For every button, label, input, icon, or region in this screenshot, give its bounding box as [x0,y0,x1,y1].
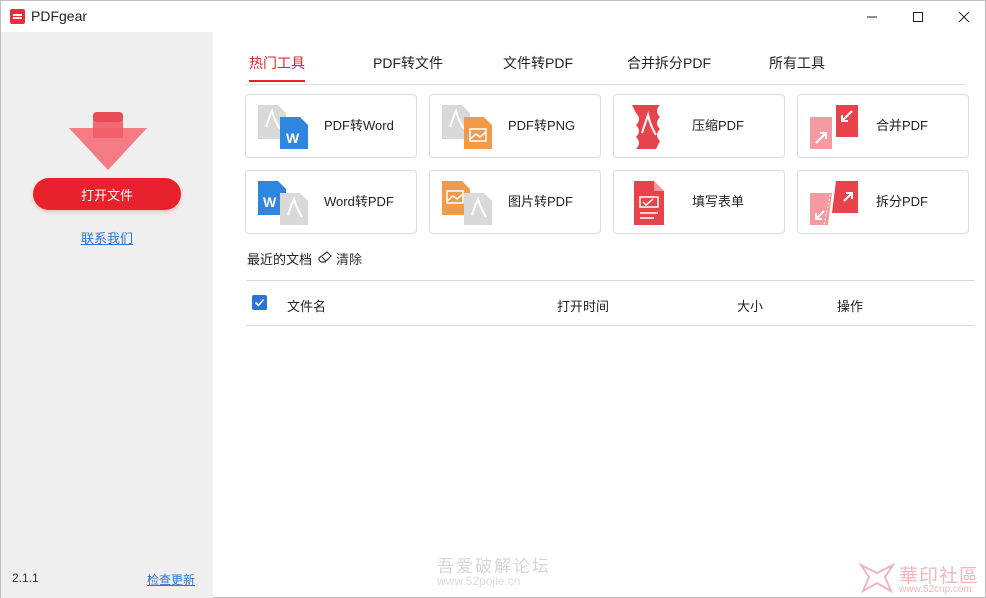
select-all-checkbox[interactable] [252,295,267,310]
version-label: 2.1.1 [12,571,39,585]
sidebar: 打开文件 联系我们 2.1.1 检查更新 [1,32,213,598]
broom-icon [318,251,332,263]
compress-pdf-icon [632,105,660,149]
download-arrow-icon [69,112,147,170]
split-pdf-icon [810,181,858,225]
pdf-to-word-icon: W [258,105,308,149]
maximize-icon [913,11,923,22]
tool-label: Word转PDF [324,194,394,209]
close-icon [958,11,970,22]
column-size[interactable]: 大小 [737,296,763,315]
forum-watermark-url: www.52pojie.cn [437,574,521,588]
tool-image-to-pdf[interactable]: 图片转PDF [429,170,601,234]
fill-form-icon [634,181,664,225]
minimize-icon [867,16,877,17]
title-bar: PDFgear [1,1,985,32]
contact-us-link[interactable]: 联系我们 [1,228,213,247]
recent-documents-header: 最近的文档 清除 [247,249,362,267]
tool-label: 拆分PDF [876,194,929,209]
tool-fill-form[interactable]: 填写表单 [613,170,785,234]
tool-label: 合并PDF [876,118,929,133]
tool-pdf-to-png[interactable]: PDF转PNG [429,94,601,158]
community-watermark-logo-icon [859,562,895,594]
tool-label: PDF转PNG [508,118,576,133]
close-button[interactable] [941,1,986,32]
tab-file-to-pdf[interactable]: 文件转PDF [503,53,573,80]
image-to-pdf-icon [442,181,492,225]
column-filename[interactable]: 文件名 [287,296,326,315]
tab-merge-split-pdf[interactable]: 合并拆分PDF [627,53,711,80]
svg-text:W: W [263,194,277,210]
merge-pdf-icon [810,105,858,149]
column-open-time[interactable]: 打开时间 [557,296,609,315]
clear-button[interactable]: 清除 [318,249,362,268]
tab-all-tools[interactable]: 所有工具 [769,53,825,80]
check-update-link[interactable]: 检查更新 [147,571,195,588]
tool-pdf-to-word[interactable]: W PDF转Word [245,94,417,158]
word-to-pdf-icon: W [258,181,308,225]
tool-label: PDF转Word [324,118,394,133]
tool-tabs: 热门工具 PDF转文件 文件转PDF 合并拆分PDF 所有工具 [245,53,965,85]
tool-label: 压缩PDF [692,118,745,133]
clear-label: 清除 [336,251,363,267]
svg-text:W: W [286,130,300,146]
open-file-button[interactable]: 打开文件 [33,178,181,210]
tab-hot-tools[interactable]: 热门工具 [249,53,305,82]
pdfgear-logo-icon [10,9,25,24]
tab-pdf-to-file[interactable]: PDF转文件 [373,53,443,80]
pdf-to-png-icon [442,105,492,149]
column-actions: 操作 [837,299,864,314]
tool-word-to-pdf[interactable]: W Word转PDF [245,170,417,234]
tool-merge-pdf[interactable]: 合并PDF [797,94,969,158]
tool-split-pdf[interactable]: 拆分PDF [797,170,969,234]
maximize-button[interactable] [895,1,941,32]
window-title: PDFgear [31,8,88,24]
minimize-button[interactable] [849,1,895,32]
recent-table-header: 文件名 打开时间 大小 操作 [246,280,975,326]
tool-compress-pdf[interactable]: 压缩PDF [613,94,785,158]
tool-label: 填写表单 [692,194,745,209]
community-watermark-url: www.52cnp.com [899,584,972,595]
checkmark-icon [254,298,265,307]
tool-label: 图片转PDF [508,194,574,209]
app-window: PDFgear 打开文件 联系我们 2.1.1 检查更新 热门工具 PDF转文件… [0,0,986,598]
recent-documents-title: 最近的文档 [247,251,313,267]
